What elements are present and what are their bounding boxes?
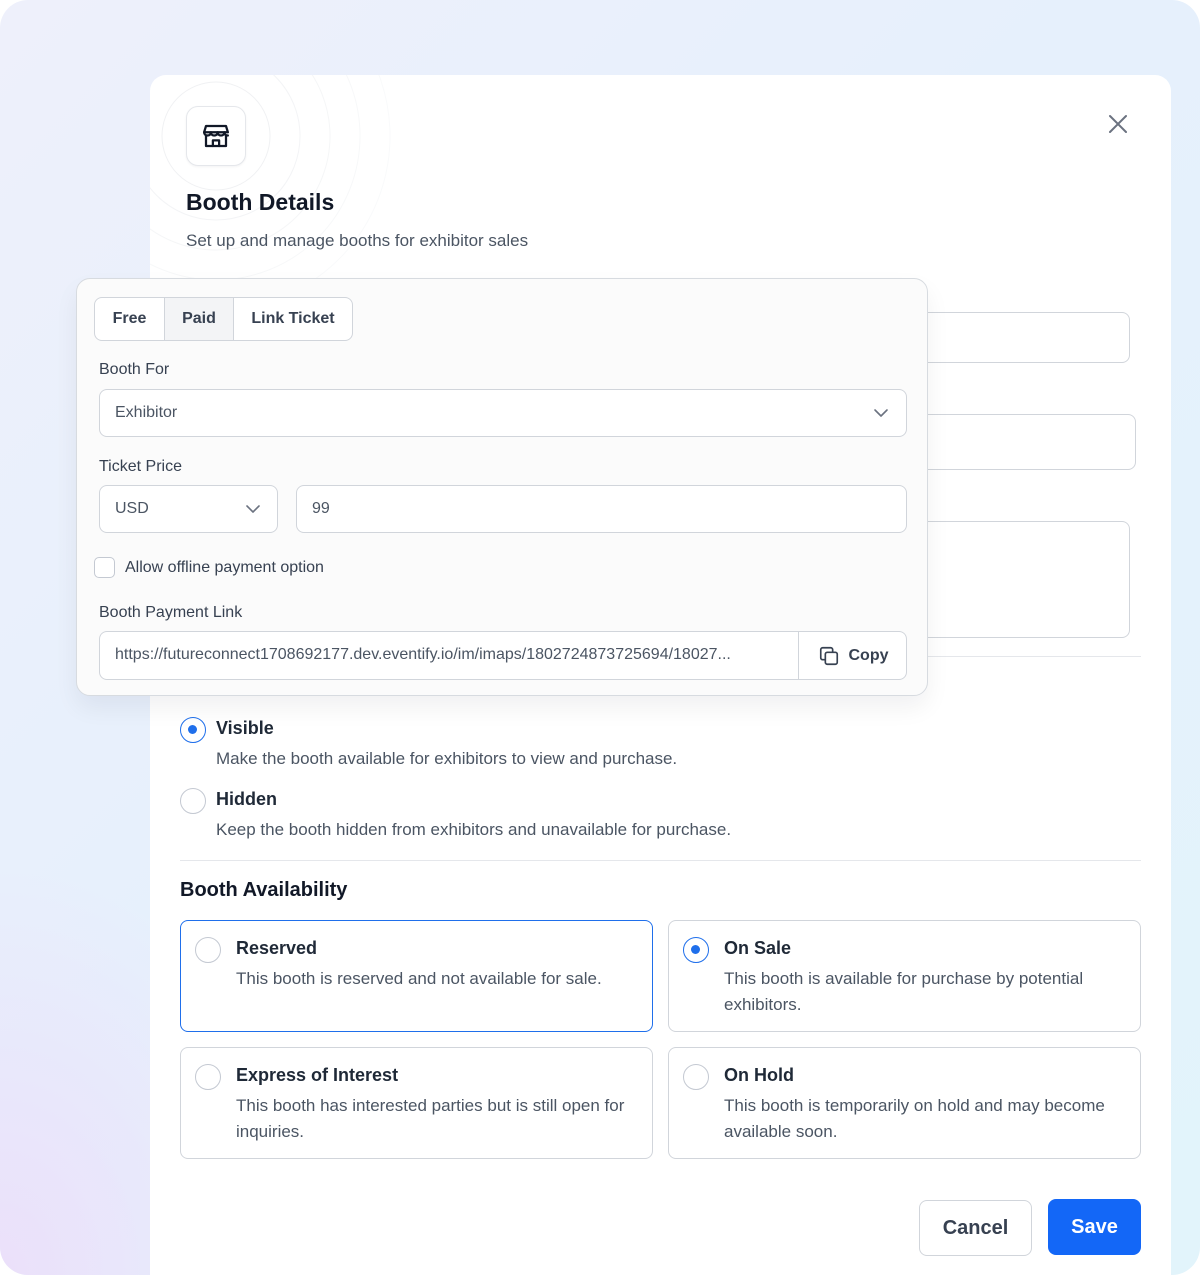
section-divider <box>910 656 1141 657</box>
ticket-type-link-ticket-tab[interactable]: Link Ticket <box>234 298 352 340</box>
modal-title: Booth Details <box>186 189 335 215</box>
availability-card-reserved[interactable]: Reserved This booth is reserved and not … <box>180 920 653 1032</box>
copy-icon <box>819 646 838 665</box>
payment-link-value: https://futureconnect1708692177.dev.even… <box>115 646 731 663</box>
availability-title: Booth Availability <box>180 879 348 901</box>
section-divider <box>180 860 1141 861</box>
storefront-icon <box>186 106 246 166</box>
visible-radio[interactable] <box>180 717 206 743</box>
ticket-type-free-tab[interactable]: Free <box>95 298 165 340</box>
chevron-down-icon <box>874 409 888 417</box>
visible-label: Visible <box>216 718 274 738</box>
express-of-interest-radio[interactable] <box>195 1064 221 1090</box>
on-sale-label: On Sale <box>724 938 792 958</box>
close-icon <box>1109 115 1127 133</box>
copy-button[interactable]: Copy <box>798 632 907 679</box>
chevron-down-icon <box>246 505 260 513</box>
ticket-type-paid-tab[interactable]: Paid <box>165 298 234 340</box>
booth-description-textarea[interactable] <box>910 521 1130 638</box>
offline-payment-checkbox[interactable] <box>94 557 115 578</box>
cancel-button[interactable]: Cancel <box>919 1200 1032 1256</box>
currency-select[interactable]: USD <box>99 485 278 533</box>
hidden-label: Hidden <box>216 789 277 809</box>
modal-subtitle: Set up and manage booths for exhibitor s… <box>186 231 529 250</box>
availability-card-on-hold[interactable]: On Hold This booth is temporarily on hol… <box>668 1047 1141 1159</box>
reserved-radio[interactable] <box>195 937 221 963</box>
price-amount-input[interactable]: 99 <box>296 485 907 533</box>
booth-name-input[interactable] <box>910 312 1130 363</box>
on-sale-radio[interactable] <box>683 937 709 963</box>
decorative-rings <box>150 75 391 285</box>
currency-value: USD <box>115 500 149 517</box>
copy-label: Copy <box>848 646 889 664</box>
express-of-interest-description: This booth has interested parties but is… <box>236 1096 625 1141</box>
hidden-description: Keep the booth hidden from exhibitors an… <box>216 820 732 839</box>
booth-size-input[interactable] <box>910 414 1136 470</box>
booth-for-select[interactable]: Exhibitor <box>99 389 907 437</box>
on-hold-description: This booth is temporarily on hold and ma… <box>724 1096 1105 1141</box>
hidden-radio[interactable] <box>180 788 206 814</box>
payment-link-field[interactable]: https://futureconnect1708692177.dev.even… <box>99 631 907 680</box>
booth-for-value: Exhibitor <box>115 404 178 421</box>
on-hold-radio[interactable] <box>683 1064 709 1090</box>
on-hold-label: On Hold <box>724 1065 794 1085</box>
pricing-panel: Free Paid Link Ticket Booth For Exhibito… <box>76 278 928 696</box>
booth-for-label: Booth For <box>99 361 170 378</box>
availability-card-express-of-interest[interactable]: Express of Interest This booth has inter… <box>180 1047 653 1159</box>
on-sale-description: This booth is available for purchase by … <box>724 969 1084 1014</box>
ticket-type-segmented-control: Free Paid Link Ticket <box>94 297 353 341</box>
reserved-description: This booth is reserved and not available… <box>236 969 602 988</box>
price-amount-value: 99 <box>312 500 330 517</box>
offline-payment-label: Allow offline payment option <box>125 559 324 576</box>
close-button[interactable] <box>1102 108 1134 140</box>
express-of-interest-label: Express of Interest <box>236 1065 399 1085</box>
save-button[interactable]: Save <box>1048 1199 1141 1255</box>
ticket-price-label: Ticket Price <box>99 458 182 475</box>
availability-card-on-sale[interactable]: On Sale This booth is available for purc… <box>668 920 1141 1032</box>
reserved-label: Reserved <box>236 938 318 958</box>
payment-link-label: Booth Payment Link <box>99 604 243 621</box>
visible-description: Make the booth available for exhibitors … <box>216 749 678 768</box>
